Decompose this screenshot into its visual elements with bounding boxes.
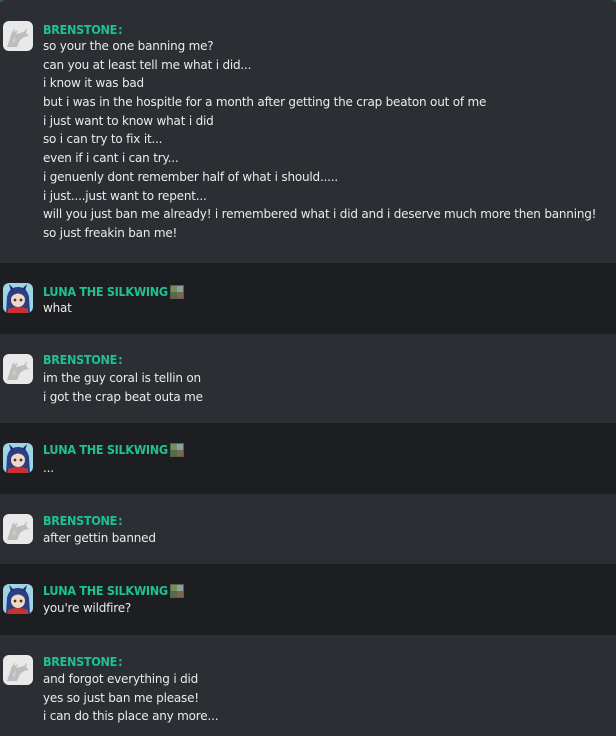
message-line: what	[43, 301, 72, 315]
message-body: so your the one banning me? can you at l…	[43, 37, 596, 243]
pixel-badge-icon	[169, 584, 184, 598]
message-body: ...	[43, 459, 54, 478]
message-author[interactable]: BRENSTONE:	[43, 22, 123, 38]
message-line: ...	[43, 461, 54, 475]
message-line: im the guy coral is tellin on	[43, 371, 201, 385]
brenstone-avatar-icon[interactable]	[3, 655, 33, 685]
brenstone-avatar-icon[interactable]	[3, 354, 33, 384]
message-body: and forgot everything i did yes so just …	[43, 670, 219, 726]
chat-message: BRENSTONE: and forgot everything i did y…	[0, 635, 616, 736]
message-line: and forgot everything i did	[43, 672, 199, 686]
author-colon: :	[118, 22, 123, 37]
message-line: i know it was bad	[43, 76, 144, 91]
chat-message: BRENSTONE: so your the one banning me? c…	[0, 0, 616, 263]
luna-avatar-icon[interactable]	[3, 443, 33, 473]
brenstone-avatar-icon[interactable]	[3, 21, 33, 51]
pixel-badge-icon	[169, 285, 184, 299]
author-colon: :	[118, 654, 123, 669]
message-line: you're wildfire?	[43, 601, 132, 615]
message-line: i just....just want to repent...	[43, 188, 207, 203]
chat-message: LUNA THE SILKWING ...	[0, 423, 616, 494]
message-body: you're wildfire?	[43, 599, 131, 618]
message-author[interactable]: LUNA THE SILKWING	[43, 284, 184, 300]
chat-message: BRENSTONE: after gettin banned	[0, 494, 616, 564]
message-body: im the guy coral is tellin on i got the …	[43, 369, 203, 406]
chat-log: BRENSTONE: so your the one banning me? c…	[0, 0, 616, 736]
message-line: after gettin banned	[43, 531, 156, 545]
message-line: even if i cant i can try...	[43, 151, 179, 166]
message-line: but i was in the hospitle for a month af…	[43, 95, 487, 110]
chat-message: LUNA THE SILKWING what	[0, 263, 616, 334]
message-line: will you just ban me already! i remember…	[43, 207, 597, 222]
message-line: i can do this place any more...	[43, 709, 219, 724]
luna-avatar-icon[interactable]	[3, 283, 33, 313]
chat-message: BRENSTONE: im the guy coral is tellin on…	[0, 334, 616, 423]
message-line: yes so just ban me please!	[43, 690, 199, 705]
message-body: what	[43, 299, 72, 318]
message-author[interactable]: BRENSTONE:	[43, 513, 123, 529]
message-line: so your the one banning me?	[43, 39, 214, 53]
message-line: so i can try to fix it...	[43, 132, 163, 147]
message-body: after gettin banned	[43, 529, 156, 548]
author-colon: :	[118, 352, 123, 367]
luna-avatar-icon[interactable]	[3, 584, 33, 614]
author-colon: :	[118, 513, 123, 528]
message-author[interactable]: LUNA THE SILKWING	[43, 583, 184, 599]
message-line: i got the crap beat outa me	[43, 389, 203, 404]
message-line: so just freakin ban me!	[43, 225, 178, 240]
chat-message: LUNA THE SILKWING you're wildfire?	[0, 564, 616, 635]
pixel-badge-icon	[169, 443, 184, 457]
message-line: can you at least tell me what i did...	[43, 57, 252, 72]
message-author[interactable]: BRENSTONE:	[43, 352, 123, 368]
message-author[interactable]: BRENSTONE:	[43, 654, 123, 670]
brenstone-avatar-icon[interactable]	[3, 514, 33, 544]
message-line: i just want to know what i did	[43, 113, 214, 128]
message-author[interactable]: LUNA THE SILKWING	[43, 442, 184, 458]
message-line: i genuenly dont remember half of what i …	[43, 169, 339, 184]
